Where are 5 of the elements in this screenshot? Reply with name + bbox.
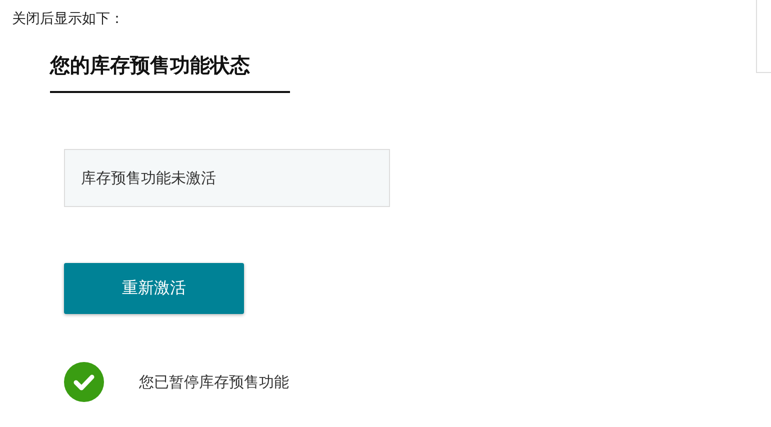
reactivate-button[interactable]: 重新激活 [64, 263, 244, 314]
intro-text: 关闭后显示如下： [11, 10, 125, 29]
section-heading: 您的库存预售功能状态 [50, 51, 290, 93]
notice-text: 您已暂停库存预售功能 [139, 372, 289, 392]
status-box: 库存预售功能未激活 [64, 149, 390, 207]
